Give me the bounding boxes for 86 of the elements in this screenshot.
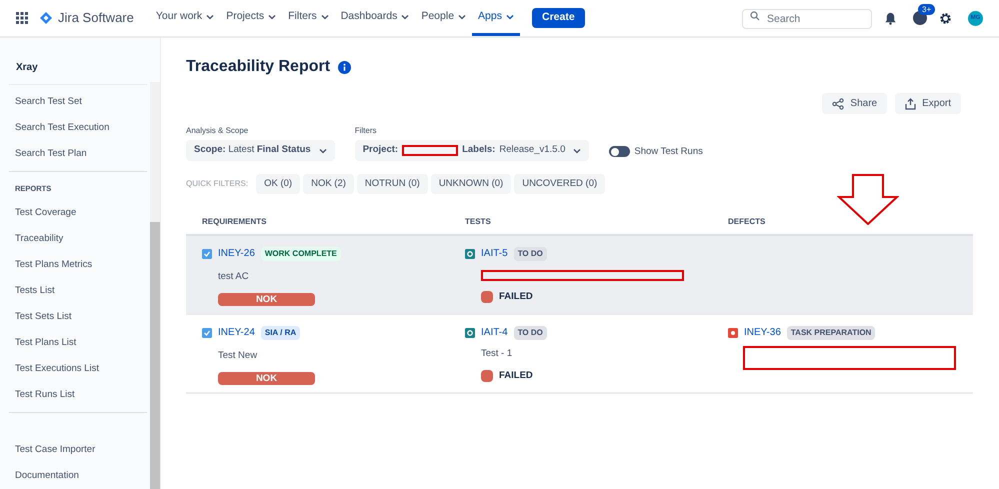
column-header: REQUIREMENTS: [202, 216, 268, 228]
sidebar-item[interactable]: Test Coverage: [9, 200, 147, 226]
nav-menu[interactable]: Your work: [150, 0, 220, 36]
checkbox-icon: [202, 328, 212, 338]
sidebar-item[interactable]: Search Test Execution: [9, 114, 147, 141]
labels-label: Labels:: [462, 143, 496, 158]
diamond-logo-icon: [40, 12, 52, 24]
issue-link[interactable]: IAIT-4: [481, 325, 508, 340]
filters-label: Filters: [354, 125, 378, 137]
labels-value: Release_v1.5.0: [499, 143, 566, 158]
issue-summary: Test New: [218, 349, 258, 363]
nav-menu[interactable]: Apps: [472, 0, 520, 36]
status-lozenge: TO DO: [514, 326, 547, 340]
filters-dropdown[interactable]: Project: Labels: Release_v1.5.0: [354, 140, 590, 161]
export-icon: [905, 98, 916, 110]
redaction-box: [402, 145, 458, 156]
project-label: Project:: [362, 143, 398, 158]
sidebar-item[interactable]: Test Runs List: [9, 382, 147, 408]
app-grid-icon[interactable]: [16, 12, 28, 24]
test-icon: [465, 248, 475, 258]
sidebar-item[interactable]: Search Test Plan: [9, 140, 147, 167]
page-title: Traceability Report: [186, 57, 330, 77]
down-arrow-drawing: [837, 174, 899, 225]
chevron-icon: [573, 146, 582, 154]
chevron-icon: [206, 12, 214, 20]
sidebar-item[interactable]: Documentation: [9, 463, 147, 489]
quick-filter-button[interactable]: NOK (2): [303, 174, 354, 194]
issue-summary: test AC: [218, 270, 250, 284]
test-icon: [465, 328, 475, 338]
issue-link[interactable]: IAIT-5: [481, 246, 508, 261]
quick-filter-button[interactable]: UNKNOWN (0): [430, 174, 512, 194]
sidebar-title: Xray: [15, 61, 39, 75]
scope-label: Analysis & Scope: [186, 125, 250, 137]
sidebar-item[interactable]: Test Sets List: [9, 304, 147, 330]
search-icon: [750, 11, 760, 21]
nav-menu[interactable]: People: [415, 0, 472, 36]
quick-filter-button[interactable]: UNCOVERED (0): [514, 174, 606, 194]
checkbox-icon: [202, 248, 212, 258]
bug-icon: [728, 328, 738, 338]
nav-menu[interactable]: Filters: [282, 0, 335, 36]
sidebar-item[interactable]: Tests List: [9, 278, 147, 304]
nav-menu[interactable]: Dashboards: [334, 0, 416, 36]
column-header: DEFECTS: [728, 216, 766, 228]
status-lozenge: WORK COMPLETE: [260, 246, 341, 260]
share-icon: [832, 98, 844, 110]
sidebar-item[interactable]: Search Test Set: [9, 88, 147, 115]
sidebar-item[interactable]: Test Case Importer: [9, 437, 147, 463]
create-button[interactable]: Create: [532, 8, 585, 28]
issue-link[interactable]: INEY-36: [744, 325, 781, 340]
result-badge: NOK: [218, 372, 315, 386]
issue-summary: Test - 1: [481, 347, 512, 362]
chevron-icon: [401, 12, 410, 20]
column-header: TESTS: [465, 216, 492, 228]
chevron-icon: [318, 146, 327, 154]
bell-icon[interactable]: [884, 12, 897, 24]
toggle-switch[interactable]: [609, 146, 630, 158]
quick-filters-label: QUICK FILTERS:: [186, 178, 248, 190]
issue-link[interactable]: INEY-26: [218, 246, 255, 261]
toggle-label: Show Test Runs: [634, 144, 703, 159]
search-field[interactable]: Search: [742, 9, 872, 29]
notification-badge: 3+: [918, 4, 936, 15]
issue-link[interactable]: INEY-24: [218, 325, 255, 340]
quick-filter-button[interactable]: OK (0): [256, 174, 300, 194]
info-icon[interactable]: [338, 60, 352, 74]
action-button[interactable]: Share: [822, 93, 888, 114]
test-result: FAILED: [499, 369, 533, 383]
chevron-icon: [320, 12, 329, 20]
chevron-icon: [506, 12, 514, 20]
settings-icon[interactable]: [939, 12, 952, 24]
action-button[interactable]: Export: [895, 93, 961, 114]
status-lozenge: TASK PREPARATION: [786, 326, 876, 340]
sidebar-item[interactable]: Traceability: [9, 226, 147, 252]
sidebar-item[interactable]: Test Plans Metrics: [9, 252, 147, 278]
sidebar-item[interactable]: Test Executions List: [9, 356, 147, 382]
result-badge: NOK: [218, 293, 315, 306]
scope-dropdown[interactable]: Scope: Latest Final Status: [186, 140, 335, 161]
chevron-icon: [268, 12, 276, 20]
scrollbar[interactable]: [150, 82, 160, 489]
quick-filter-button[interactable]: NOTRUN (0): [356, 174, 428, 194]
sidebar-item[interactable]: Test Plans List: [9, 330, 147, 356]
product-name[interactable]: Jira Software: [58, 8, 134, 28]
status-lozenge: TO DO: [514, 246, 547, 260]
status-lozenge: SIA / RA: [260, 326, 300, 340]
nav-menu[interactable]: Projects: [220, 0, 282, 36]
test-result: FAILED: [499, 290, 533, 304]
chevron-icon: [458, 12, 466, 20]
